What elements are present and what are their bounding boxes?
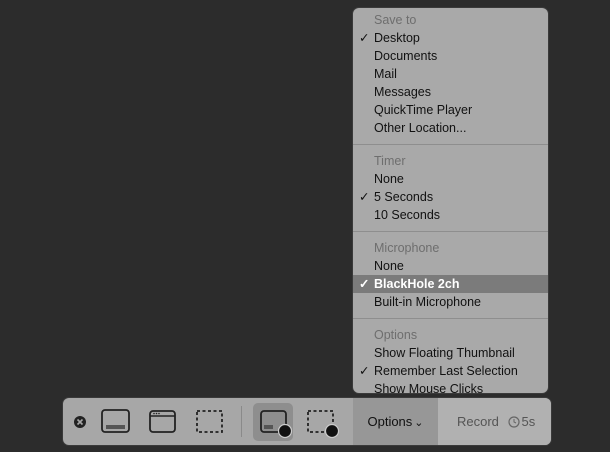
menu-item[interactable]: Show Mouse Clicks — [353, 380, 548, 398]
capture-selection-icon[interactable] — [196, 410, 224, 434]
menu-item[interactable]: ✓ Desktop — [353, 29, 548, 47]
menu-section-header: Timer — [374, 154, 406, 168]
menu-item[interactable]: Messages — [353, 83, 548, 101]
checkmark-icon: ✓ — [359, 190, 370, 204]
menu-item-label: 10 Seconds — [374, 208, 441, 222]
close-icon[interactable] — [73, 415, 87, 429]
menu-item-label: None — [374, 259, 404, 273]
options-menu: Save to ✓ Desktop Documents Mail Messages Quic… — [353, 8, 548, 396]
timer-label: 5s — [521, 414, 536, 429]
menu-item[interactable]: ✓ BlackHole 2ch — [353, 275, 548, 293]
menu-item-label: Built-in Microphone — [374, 295, 481, 309]
menu-section-header: Microphone — [374, 241, 440, 255]
menu-item-label: 5 Seconds — [374, 190, 434, 204]
menu-item-label: QuickTime Player — [374, 103, 473, 117]
menu-item[interactable]: Documents — [353, 47, 548, 65]
menu-item-label: Mail — [374, 67, 397, 81]
menu-separator — [353, 318, 548, 319]
menu-section-header: Save to — [374, 13, 417, 27]
menu-section-header: Options — [374, 328, 418, 342]
menu-item-label: BlackHole 2ch — [374, 277, 460, 291]
menu-item-label: Documents — [374, 49, 438, 63]
menu-item[interactable]: Other Location... — [353, 119, 548, 137]
capture-window-icon[interactable] — [149, 410, 177, 434]
record-button[interactable]: Record 5s — [438, 398, 551, 445]
options-label: Options — [367, 414, 413, 429]
record-label: Record — [457, 414, 499, 429]
menu-item[interactable]: Mail — [353, 65, 548, 83]
screenshot-toolbar: Options ⌄ Record 5s — [63, 398, 551, 445]
checkmark-icon: ✓ — [359, 31, 370, 45]
menu-separator — [353, 144, 548, 145]
menu-item-label: Desktop — [374, 31, 420, 45]
toolbar-divider — [241, 406, 242, 437]
menu-item[interactable]: Built-in Microphone — [353, 293, 548, 311]
checkmark-icon: ✓ — [359, 277, 370, 291]
checkmark-icon: ✓ — [359, 364, 370, 378]
chevron-down-icon: ⌄ — [414, 417, 424, 429]
menu-item-label: Remember Last Selection — [374, 364, 518, 378]
menu-item-label: Messages — [374, 85, 431, 99]
menu-separator — [353, 231, 548, 232]
record-selection-icon[interactable] — [307, 410, 341, 440]
menu-item-label: Show Floating Thumbnail — [374, 346, 515, 360]
menu-item[interactable]: None — [353, 257, 548, 275]
options-button[interactable]: Options ⌄ — [353, 398, 438, 445]
menu-item[interactable]: QuickTime Player — [353, 101, 548, 119]
record-entire-screen-icon[interactable] — [260, 410, 294, 440]
menu-item-label: None — [374, 172, 404, 186]
menu-item[interactable]: 10 Seconds — [353, 206, 548, 224]
menu-item[interactable]: None — [353, 170, 548, 188]
menu-item-label: Show Mouse Clicks — [374, 382, 484, 396]
menu-item[interactable]: ✓ 5 Seconds — [353, 188, 548, 206]
menu-item[interactable]: ✓ Remember Last Selection — [353, 362, 548, 380]
timer-icon — [507, 416, 520, 428]
capture-entire-screen-icon[interactable] — [101, 409, 131, 434]
menu-item-label: Other Location... — [374, 121, 467, 135]
menu-item[interactable]: Show Floating Thumbnail — [353, 344, 548, 362]
